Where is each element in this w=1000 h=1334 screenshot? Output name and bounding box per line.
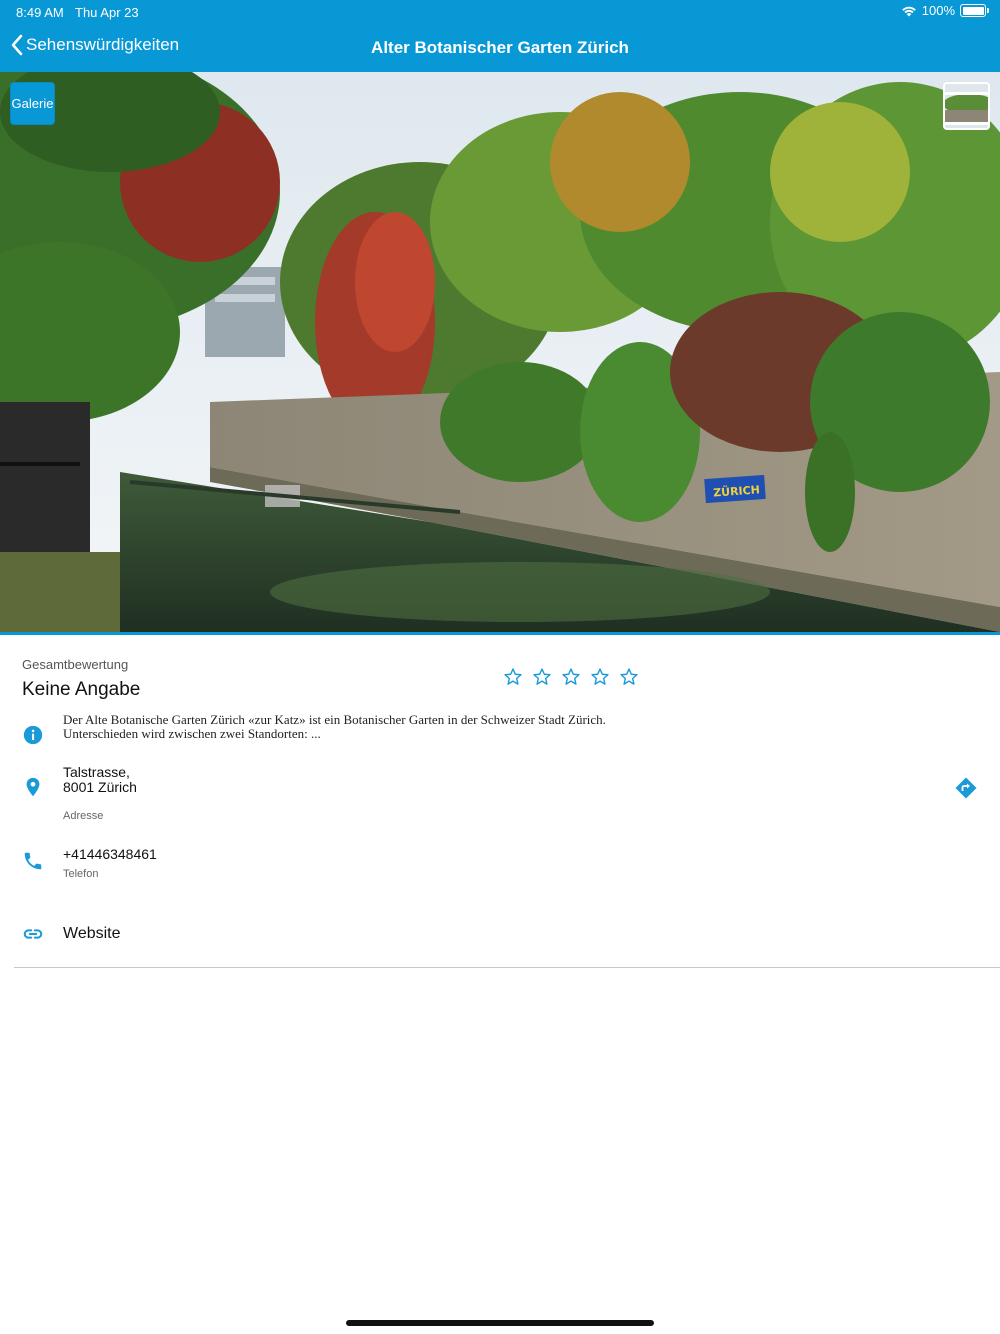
status-right: 100% [901, 3, 989, 18]
info-icon [23, 725, 43, 745]
home-indicator[interactable] [346, 1320, 654, 1326]
status-bar: 8:49 AM Thu Apr 23 100% [0, 0, 1000, 24]
status-time: 8:49 AM [16, 5, 64, 20]
hero-divider [0, 632, 1000, 635]
star-outline-icon[interactable] [532, 667, 552, 687]
battery-icon [960, 4, 989, 17]
status-date: Thu Apr 23 [75, 5, 139, 20]
section-separator [14, 967, 1000, 968]
description: Der Alte Botanische Garten Zürich «zur K… [63, 713, 623, 741]
website-link[interactable]: Website [63, 925, 121, 943]
star-outline-icon[interactable] [503, 667, 523, 687]
page-title: Alter Botanischer Garten Zürich [371, 38, 629, 57]
navigation-bar: Sehenswürdigkeiten Alter Botanischer Gar… [0, 24, 1000, 72]
battery-percent: 100% [921, 3, 955, 18]
description-line-1: Der Alte Botanische Garten Zürich «zur K… [63, 712, 606, 727]
star-outline-icon[interactable] [619, 667, 639, 687]
address-label: Adresse [63, 810, 104, 822]
gallery-button[interactable]: Galerie [10, 82, 55, 125]
wifi-icon [901, 6, 916, 16]
star-rating[interactable] [503, 667, 639, 687]
address-street: Talstrasse, [63, 764, 130, 780]
rating-label: Gesamtbewertung [22, 657, 129, 672]
location-pin-icon [26, 777, 40, 797]
description-line-2: Unterschieden wird zwischen zwei Standor… [63, 726, 321, 741]
phone-icon[interactable] [22, 850, 44, 872]
directions-icon[interactable] [954, 776, 978, 800]
hero-image[interactable]: ZÜRICH [0, 72, 1000, 632]
top-bar: 8:49 AM Thu Apr 23 100% Sehenswürdigkeit… [0, 0, 1000, 72]
address-city: 8001 Zürich [63, 779, 137, 795]
star-outline-icon[interactable] [590, 667, 610, 687]
link-icon [23, 929, 43, 939]
phone-number[interactable]: +41446348461 [63, 846, 157, 862]
gallery-thumbnail[interactable] [943, 82, 990, 130]
rating-value: Keine Angabe [22, 679, 141, 700]
phone-label: Telefon [63, 868, 99, 880]
star-outline-icon[interactable] [561, 667, 581, 687]
